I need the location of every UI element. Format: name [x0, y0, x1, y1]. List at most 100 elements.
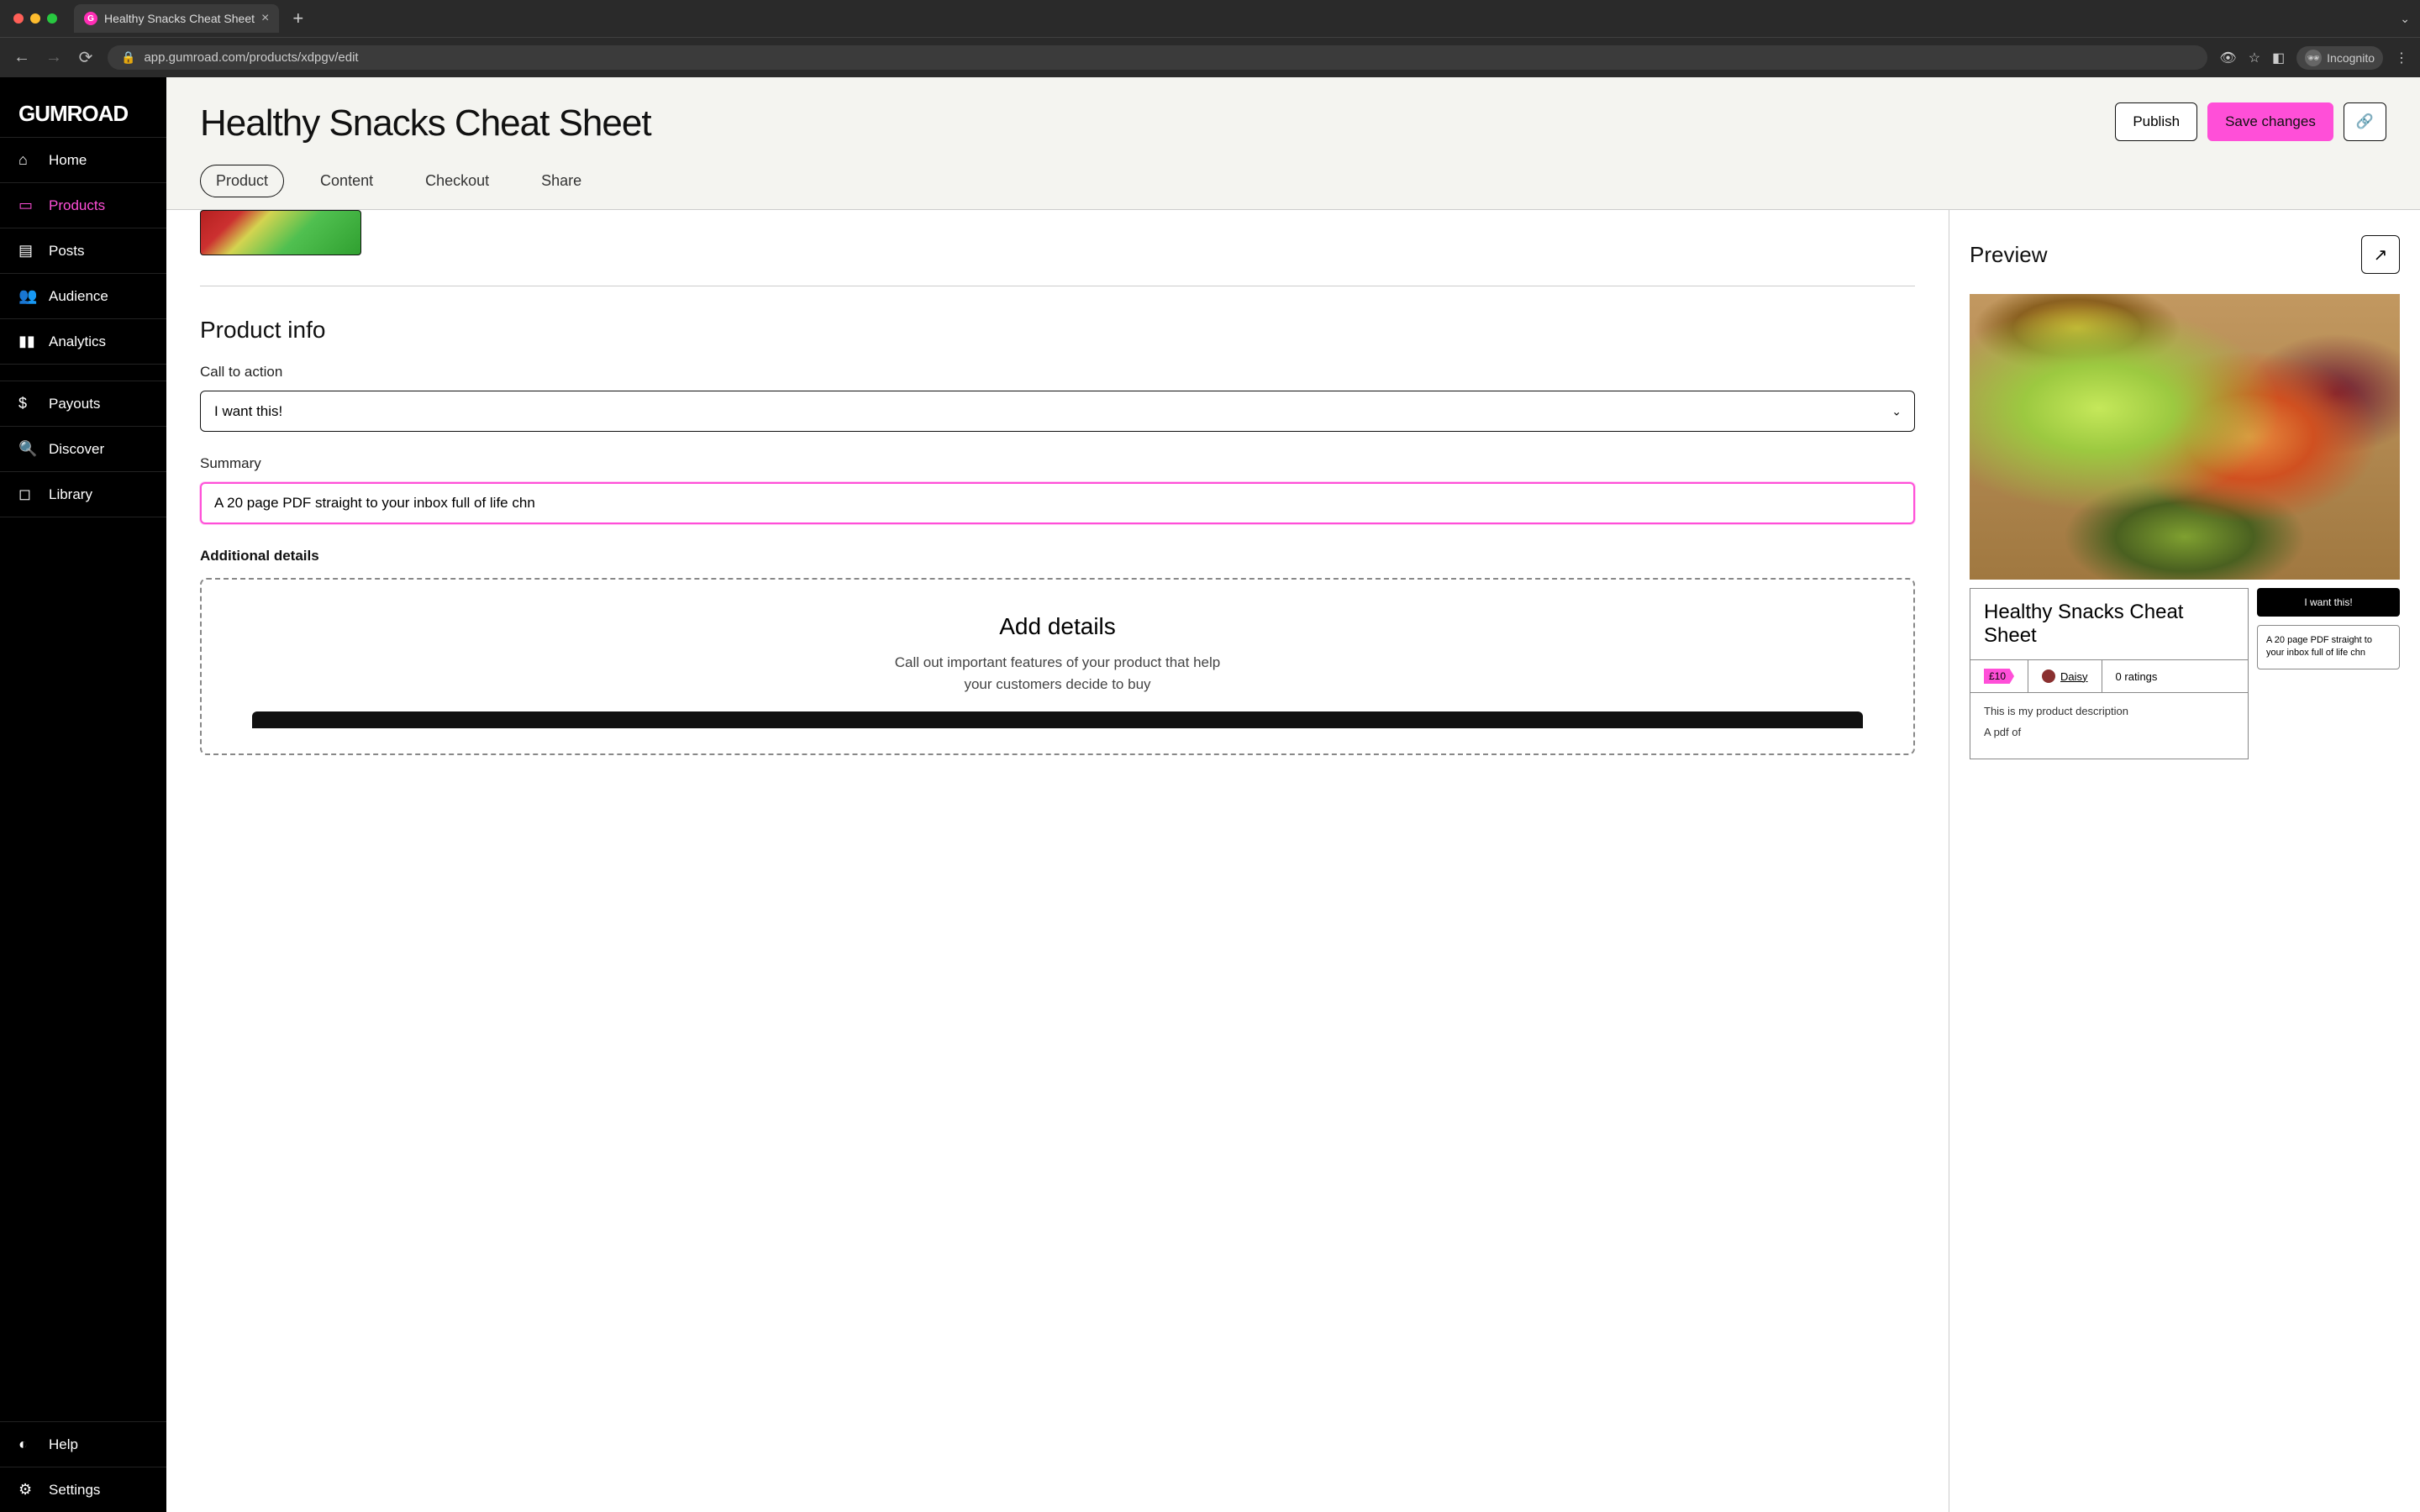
- preview-description: This is my product description A pdf of: [1970, 692, 2248, 759]
- address-bar: ← → ⟳ 🔒 app.gumroad.com/products/xdpgv/e…: [0, 37, 2420, 77]
- sidebar: GUMROAD ⌂Home ▭ Products ▤ Posts 👥 Audience…: [0, 77, 166, 1512]
- gear-icon: ⚙: [18, 1481, 37, 1499]
- incognito-icon: 🕶: [2305, 50, 2322, 66]
- sidebar-item-label: Help: [49, 1436, 78, 1453]
- open-preview-button[interactable]: ↗: [2361, 235, 2400, 274]
- preview-heading: Preview: [1970, 242, 2047, 268]
- sidebar-item-payouts[interactable]: $ Payouts: [0, 381, 166, 426]
- reload-icon[interactable]: ⟳: [76, 47, 96, 68]
- preview-pane: Preview ↗ Healthy Snacks Cheat Sheet £10…: [1949, 210, 2420, 1512]
- url-input[interactable]: 🔒 app.gumroad.com/products/xdpgv/edit: [108, 45, 2207, 70]
- buy-button[interactable]: I want this!: [2257, 588, 2400, 617]
- url-text: app.gumroad.com/products/xdpgv/edit: [144, 50, 358, 65]
- logo[interactable]: GUMROAD: [0, 77, 166, 137]
- bookmark-icon: ◻: [18, 486, 37, 503]
- save-button[interactable]: Save changes: [2207, 102, 2333, 141]
- desc-line: This is my product description: [1984, 705, 2234, 717]
- sidebar-item-analytics[interactable]: ▮▮Analytics: [0, 318, 166, 364]
- sidebar-item-label: Payouts: [49, 396, 100, 412]
- sidebar-item-label: Library: [49, 486, 92, 503]
- preview-info: Healthy Snacks Cheat Sheet £10 Daisy 0 r…: [1970, 588, 2249, 759]
- sidebar-item-settings[interactable]: ⚙ Settings: [0, 1467, 166, 1512]
- audience-icon: 👥: [18, 287, 37, 305]
- author-cell[interactable]: Daisy: [2028, 660, 2102, 692]
- sidebar-item-discover[interactable]: 🔍 Discover: [0, 426, 166, 471]
- panel-icon[interactable]: ◧: [2272, 50, 2285, 66]
- search-icon: 🔍: [18, 440, 37, 458]
- tab-content[interactable]: Content: [304, 165, 389, 197]
- open-external-icon: ↗: [2374, 244, 2388, 265]
- kebab-menu-icon[interactable]: ⋮: [2395, 50, 2408, 66]
- page-title: Healthy Snacks Cheat Sheet: [200, 102, 651, 144]
- favicon-icon: G: [84, 12, 97, 25]
- tab-bar: G Healthy Snacks Cheat Sheet × + ⌄: [0, 0, 2420, 37]
- posts-icon: ▤: [18, 242, 37, 260]
- close-window-icon[interactable]: [13, 13, 24, 24]
- minimize-window-icon[interactable]: [30, 13, 40, 24]
- sidebar-item-library[interactable]: ◻ Library: [0, 471, 166, 517]
- author-name: Daisy: [2060, 670, 2088, 683]
- tab-product[interactable]: Product: [200, 165, 284, 197]
- price-cell: £10: [1970, 660, 2028, 692]
- sidebar-item-home[interactable]: ⌂Home: [0, 137, 166, 182]
- preview-summary: A 20 page PDF straight to your inbox ful…: [2257, 625, 2400, 669]
- content: Product info Call to action I want this!…: [166, 210, 2420, 1512]
- star-icon[interactable]: ☆: [2249, 50, 2260, 66]
- back-icon[interactable]: ←: [12, 48, 32, 67]
- sidebar-item-audience[interactable]: 👥 Audience: [0, 273, 166, 318]
- preview-meta: £10 Daisy 0 ratings: [1970, 659, 2248, 692]
- logo-text: GUMROAD: [18, 101, 148, 127]
- price-tag: £10: [1984, 669, 2014, 684]
- add-details-desc: Call out important features of your prod…: [881, 652, 1234, 695]
- add-details-button[interactable]: [252, 711, 1863, 728]
- add-details-title: Add details: [252, 613, 1863, 640]
- main: Healthy Snacks Cheat Sheet Publish Save …: [166, 77, 2420, 1512]
- help-icon: ◐: [18, 1436, 37, 1453]
- new-tab-button[interactable]: +: [286, 8, 310, 29]
- browser-chrome: G Healthy Snacks Cheat Sheet × + ⌄ ← → ⟳…: [0, 0, 2420, 77]
- sidebar-item-label: Posts: [49, 243, 85, 260]
- lock-icon: 🔒: [121, 50, 135, 65]
- publish-button[interactable]: Publish: [2115, 102, 2197, 141]
- browser-actions: 👁 ☆ ◧ 🕶 Incognito ⋮: [2219, 46, 2408, 70]
- desc-line: A pdf of: [1984, 726, 2234, 738]
- sidebar-nav: ⌂Home ▭ Products ▤ Posts 👥 Audience ▮▮Analy…: [0, 137, 166, 1512]
- products-icon: ▭: [18, 197, 37, 214]
- browser-tab[interactable]: G Healthy Snacks Cheat Sheet ×: [74, 4, 279, 33]
- link-button[interactable]: 🔗: [2344, 102, 2386, 141]
- tab-checkout[interactable]: Checkout: [409, 165, 505, 197]
- close-tab-icon[interactable]: ×: [261, 11, 269, 26]
- preview-product-title: Healthy Snacks Cheat Sheet: [1970, 589, 2248, 659]
- link-icon: 🔗: [2356, 113, 2374, 129]
- sidebar-item-products[interactable]: ▭ Products: [0, 182, 166, 228]
- avatar-icon: [2042, 669, 2055, 683]
- eye-off-icon[interactable]: 👁: [2219, 50, 2236, 66]
- cover-thumbnail[interactable]: [200, 210, 361, 255]
- incognito-label: Incognito: [2327, 51, 2375, 65]
- preview-buy-box: I want this! A 20 page PDF straight to y…: [2257, 588, 2400, 759]
- preview-hero-image: [1970, 294, 2400, 580]
- tabs: Product Content Checkout Share: [200, 165, 2386, 209]
- tab-title: Healthy Snacks Cheat Sheet: [104, 12, 255, 25]
- sidebar-item-help[interactable]: ◐ Help: [0, 1421, 166, 1467]
- page-header: Healthy Snacks Cheat Sheet Publish Save …: [166, 77, 2420, 210]
- sidebar-item-posts[interactable]: ▤ Posts: [0, 228, 166, 273]
- sidebar-item-label: Audience: [49, 288, 108, 305]
- cta-label: Call to action: [200, 364, 1915, 381]
- sidebar-item-label: Products: [49, 197, 105, 214]
- cta-select[interactable]: I want this!: [200, 391, 1915, 432]
- sidebar-item-label: Discover: [49, 441, 104, 458]
- forward-icon[interactable]: →: [44, 48, 64, 67]
- payouts-icon: $: [18, 395, 37, 412]
- tab-share[interactable]: Share: [525, 165, 597, 197]
- maximize-window-icon[interactable]: [47, 13, 57, 24]
- add-details-box[interactable]: Add details Call out important features …: [200, 578, 1915, 755]
- cta-select-wrap: I want this! ⌄: [200, 391, 1915, 432]
- home-icon: ⌂: [18, 151, 37, 169]
- preview-card: Healthy Snacks Cheat Sheet £10 Daisy 0 r…: [1970, 294, 2400, 759]
- incognito-badge[interactable]: 🕶 Incognito: [2296, 46, 2383, 70]
- tabs-overflow-icon[interactable]: ⌄: [2400, 12, 2410, 26]
- app: GUMROAD ⌂Home ▭ Products ▤ Posts 👥 Audience…: [0, 77, 2420, 1512]
- sidebar-item-label: Settings: [49, 1482, 100, 1499]
- summary-input[interactable]: [200, 482, 1915, 524]
